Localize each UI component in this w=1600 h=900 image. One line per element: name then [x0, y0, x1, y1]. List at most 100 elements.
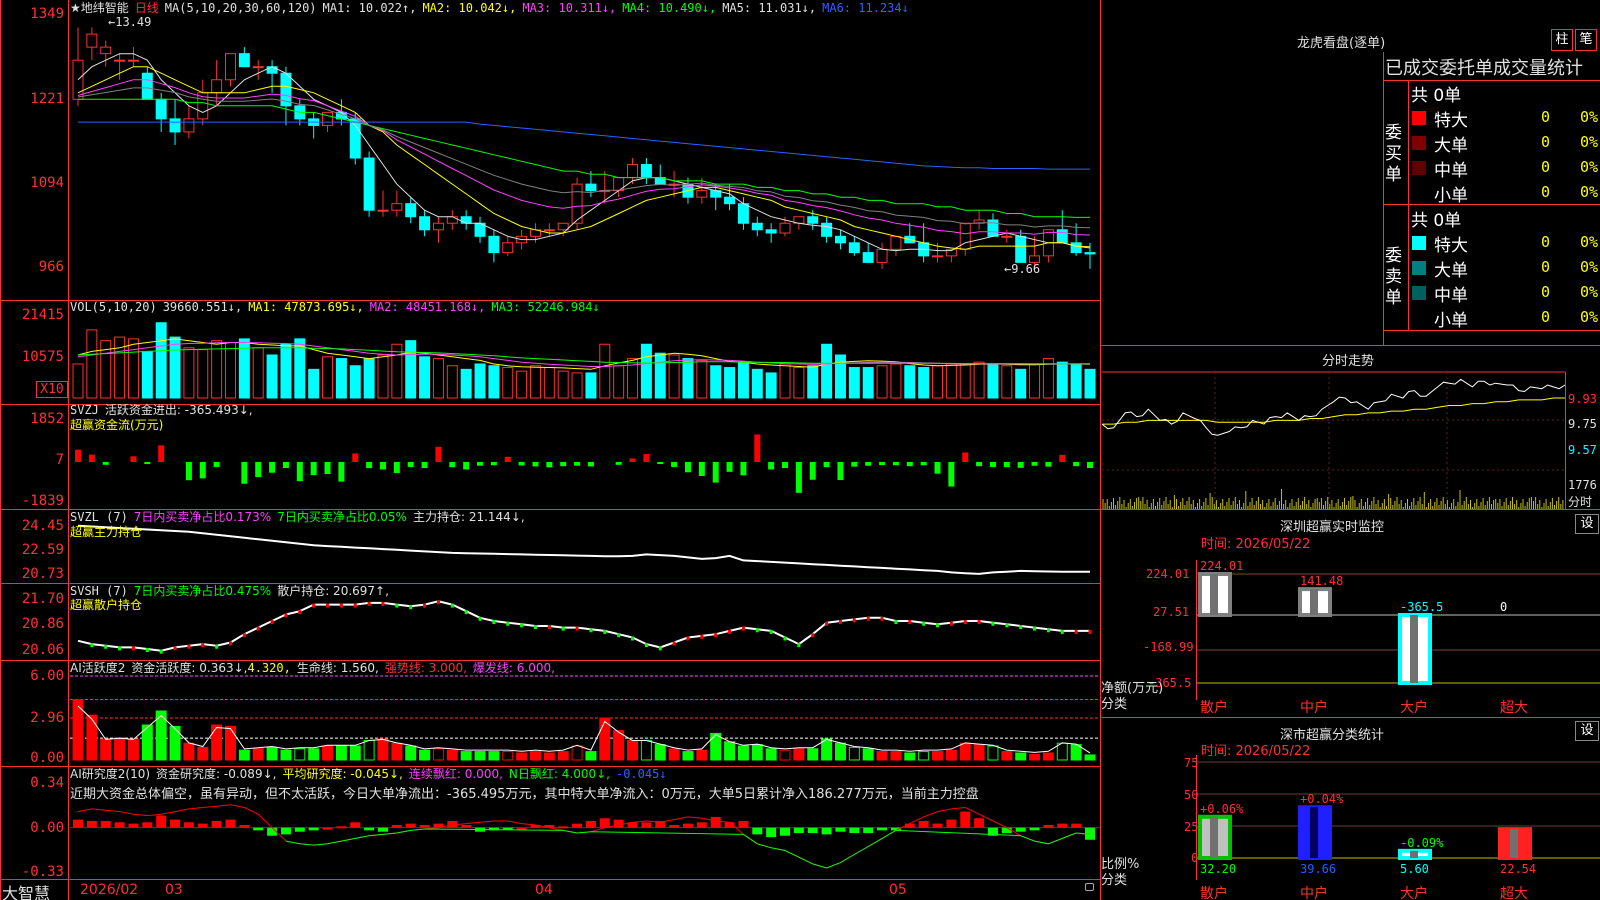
ai-active-bar — [932, 751, 943, 761]
ai-research-label: AI研究度2(10) — [70, 767, 151, 781]
star-icon[interactable]: ★ — [70, 1, 81, 15]
ai-research-bar — [350, 822, 361, 828]
ma2-value: MA2: 10.042↓, — [422, 1, 517, 15]
ai-active-bar — [238, 749, 250, 761]
szm-category-0: 散户 — [1200, 700, 1228, 716]
svzj-bar — [490, 462, 497, 466]
vol-bar — [460, 368, 472, 399]
vol-bar — [280, 343, 292, 399]
ai-active-bar — [710, 732, 722, 761]
svsh-tick — [353, 603, 357, 608]
svzl-header: SVZL (7) 7日内买卖净占比0.173% 7日内买卖净占比0.05% 主力持仓:… — [70, 510, 531, 524]
szm-bar-shade — [1310, 589, 1318, 615]
candle-body — [391, 203, 403, 211]
candle-body — [377, 209, 389, 212]
ai-research-bar — [946, 819, 957, 828]
sell-row-name: 中单 — [1434, 286, 1468, 306]
svsh-tick — [714, 633, 718, 638]
ai-active-bar — [252, 748, 264, 761]
ai-research-bar — [142, 822, 153, 828]
ai-active-bar — [793, 748, 805, 761]
vol-bar — [751, 368, 763, 399]
svsh-tick — [686, 636, 690, 641]
chart-canvas[interactable] — [0, 0, 1600, 900]
ai-active-bar — [391, 742, 403, 761]
svzj-bar — [310, 462, 317, 476]
szc-value-2: 5.60 — [1400, 862, 1429, 876]
vol-bar — [834, 354, 846, 399]
svsh-tick — [1060, 629, 1064, 634]
svsh-tick — [949, 621, 953, 626]
ai-research-bar — [696, 822, 707, 828]
svzj-header: SVZJ 活跃资金进出: -365.493↓, — [70, 403, 259, 417]
stock-name[interactable]: 地纬智能 — [81, 1, 129, 15]
svzj-y-label-0: 1852 — [30, 411, 64, 427]
sell-row-pct: 0% — [1579, 283, 1598, 301]
ai-active-bar — [918, 751, 930, 761]
svsh-tick — [173, 646, 177, 651]
svsh-tick — [644, 643, 648, 648]
svsh-v2: 散户持仓: 20.697↑, — [277, 584, 389, 598]
svzj-bar — [255, 462, 262, 477]
ai-active-bar — [474, 751, 486, 761]
ai-active-bar — [280, 749, 292, 761]
svsh-tick — [256, 626, 260, 631]
svzl-line — [77, 524, 1090, 575]
vol-bar — [724, 367, 736, 399]
ai-research-bar — [918, 820, 929, 828]
high-marker: ←13.49 — [108, 15, 152, 29]
ai-active-bar — [516, 752, 528, 761]
svzj-bar — [948, 462, 955, 487]
tab-bar-chart[interactable]: 柱 — [1551, 29, 1573, 51]
sell-side-label: 委卖单 — [1385, 246, 1402, 308]
vol-unit-badge[interactable]: X10 — [36, 381, 68, 398]
vol-bar — [973, 361, 985, 399]
ai-research-bar — [294, 827, 305, 832]
svzj-bar — [574, 462, 581, 466]
sell-row-name: 特大 — [1434, 236, 1468, 256]
sz-monitor-settings-button[interactable]: 设 — [1575, 514, 1599, 534]
svsh-tick — [631, 636, 635, 641]
svzj-bar — [976, 462, 983, 467]
ai-research-bar — [669, 824, 680, 828]
ai-research-bar — [849, 827, 860, 834]
tab-tick[interactable]: 笔 — [1575, 29, 1597, 51]
ai-research-v5: -0.045↓ — [615, 767, 667, 781]
svzj-bar — [754, 434, 761, 462]
ai-research-bar — [239, 824, 250, 828]
lock-icon[interactable] — [1085, 883, 1094, 891]
buy-row-count: 0 — [1540, 158, 1550, 176]
szm-category-3: 超大 — [1500, 700, 1528, 716]
svsh-tick — [242, 633, 246, 638]
ai-research-bar — [780, 827, 791, 836]
sell-row-count: 0 — [1540, 308, 1550, 326]
x-axis-label-3: 05 — [889, 882, 907, 898]
svsh-v1: 7日内买卖净占比0.475% — [133, 584, 272, 598]
svsh-y-label-0: 21.70 — [21, 591, 64, 607]
svzj-y-label-1: 7 — [55, 452, 64, 468]
candle-body — [446, 216, 458, 224]
svzj-bar — [282, 462, 289, 469]
ai-active-v1: 资金活跃度: 0.363↓, — [131, 661, 248, 675]
svzj-bar — [657, 462, 664, 464]
brand-label[interactable]: 大智慧 — [2, 880, 50, 900]
candle-body — [488, 235, 500, 254]
svsh-header: SVSH (7) 7日内买卖净占比0.475% 散户持仓: 20.697↑, — [70, 584, 395, 598]
ai-research-header: AI研究度2(10) 资金研究度: -0.089↓, 平均研究度: -0.045↓,… — [70, 767, 673, 781]
sz-class-settings-button[interactable]: 设 — [1575, 721, 1599, 741]
vol-bar — [141, 350, 153, 399]
ai-research-bar — [391, 824, 402, 828]
ai-active-y-label-0: 6.00 — [30, 668, 64, 684]
ma1-value: MA1: 10.022↑, — [322, 1, 417, 15]
ai-active-bar — [613, 730, 625, 761]
svsh-tick — [977, 620, 981, 625]
period-label[interactable]: 日线 — [135, 1, 159, 15]
vol-header: VOL(5,10,20) 39660.551↓, MA1: 47873.695↓, M… — [70, 300, 606, 314]
buy-row-pct: 0% — [1579, 158, 1598, 176]
szc-bar-shade — [1310, 807, 1318, 858]
vol-bar — [807, 365, 819, 399]
vol-bar — [876, 365, 888, 399]
svsh-tick — [575, 626, 579, 631]
candle-body — [959, 222, 971, 250]
candle-body — [779, 222, 791, 234]
